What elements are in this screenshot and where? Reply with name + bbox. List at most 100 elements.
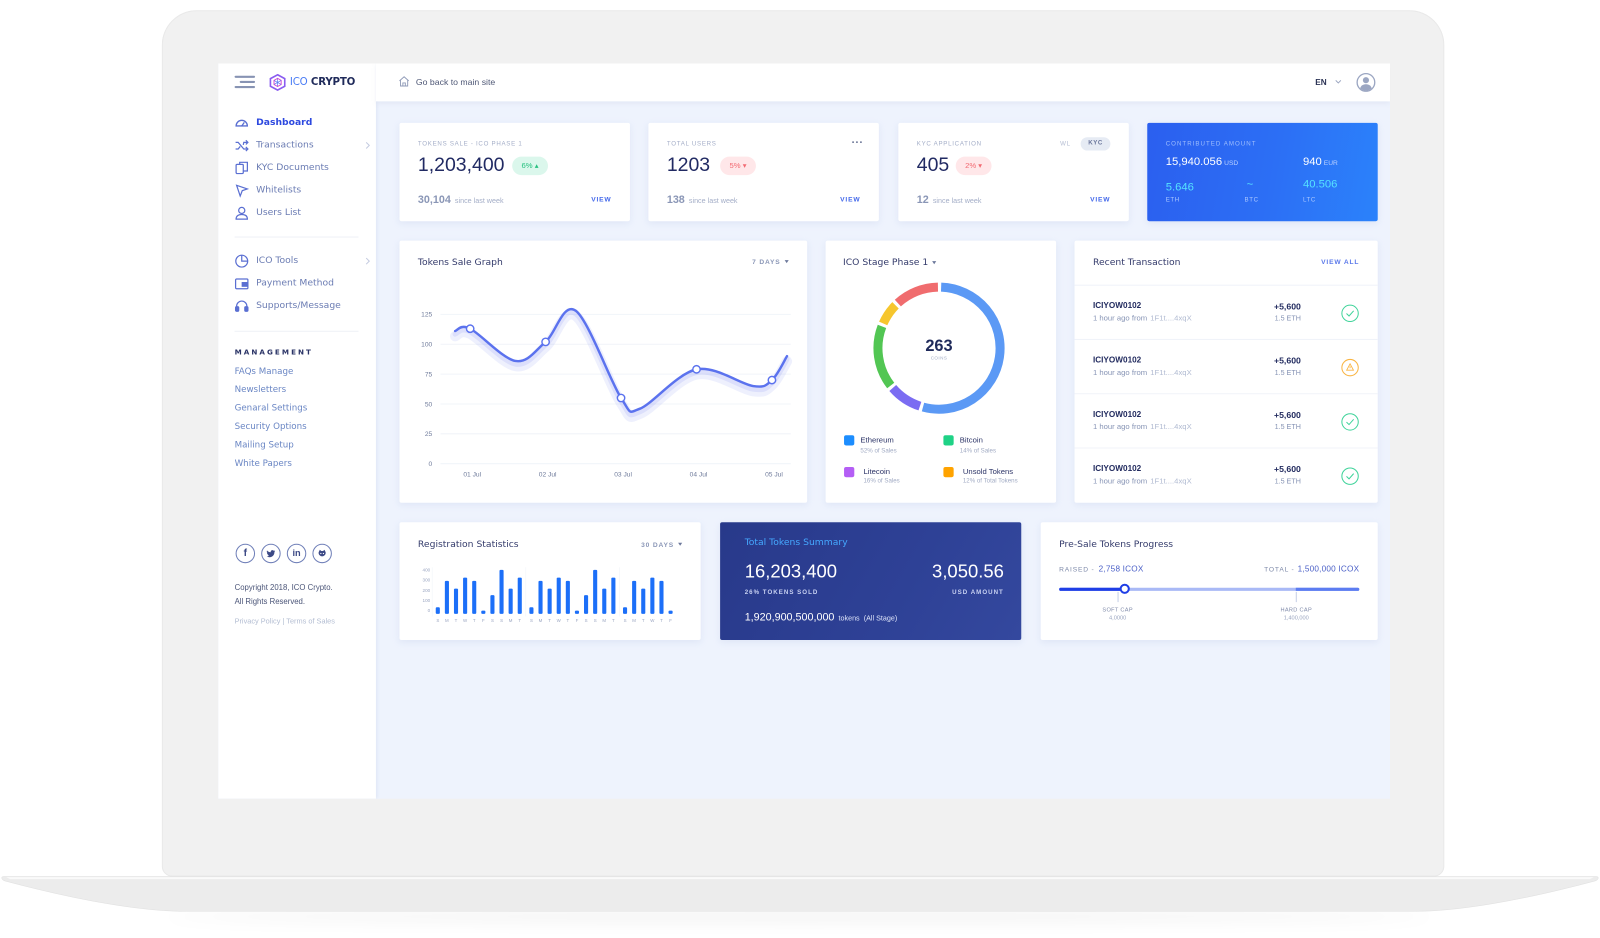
privacy-policy-link[interactable]: Privacy Policy bbox=[235, 616, 281, 625]
range-dropdown[interactable]: 30 DAYS bbox=[641, 542, 683, 550]
transaction-id: ICIYOW0102 bbox=[1092, 409, 1142, 419]
x-tick-label: W bbox=[463, 618, 468, 623]
sidebar-item-mailing-setup[interactable]: Mailing Setup bbox=[235, 439, 294, 451]
trend-badge-down: 2% ▾ bbox=[955, 156, 992, 176]
legend-name: Litecoin bbox=[863, 466, 890, 477]
transaction-amount: +5,600 bbox=[1274, 301, 1301, 312]
bar bbox=[565, 580, 570, 614]
x-tick-label: M bbox=[445, 618, 449, 623]
x-tick-label: M bbox=[509, 618, 513, 623]
transaction-row[interactable]: ICIYOW0102 1 hour ago from 1F1t....4xqX +… bbox=[1074, 393, 1378, 448]
language-selector[interactable]: EN bbox=[1315, 77, 1326, 88]
hard-cap-value: 1,400,000 bbox=[1283, 615, 1309, 622]
view-button[interactable]: VIEW bbox=[840, 197, 860, 205]
user-avatar-icon[interactable] bbox=[1356, 72, 1376, 92]
eur-amount: 940 EUR bbox=[1303, 155, 1338, 171]
terms-of-sales-link[interactable]: Terms of Sales bbox=[286, 616, 335, 625]
transaction-row[interactable]: ICIYOW0102 1 hour ago from 1F1t....4xqX +… bbox=[1074, 284, 1378, 340]
stage-dropdown[interactable]: ICO Stage Phase 1 bbox=[843, 257, 937, 269]
x-tick-label: W bbox=[557, 618, 562, 623]
stat-value: 1203 bbox=[666, 154, 711, 177]
all-stage-value: 1,920,900,500,000 bbox=[744, 611, 835, 624]
tab-kyc[interactable]: KYC bbox=[1080, 137, 1111, 151]
sidebar-item-dashboard[interactable]: Dashboard bbox=[235, 116, 360, 130]
x-tick-label: 03 Jul bbox=[614, 472, 632, 479]
sidebar-item-ico-tools[interactable]: ICO Tools bbox=[235, 254, 370, 268]
legend-sub: 16% of Sales bbox=[863, 478, 900, 485]
menu-toggle-icon[interactable] bbox=[234, 75, 256, 89]
bar bbox=[622, 607, 628, 614]
sidebar-item-newsletters[interactable]: Newsletters bbox=[235, 384, 287, 396]
stat-card-total-users: TOTAL USERS ••• 1203 5% ▾ 138 since last … bbox=[648, 122, 879, 222]
github-icon[interactable] bbox=[312, 543, 332, 564]
legend-swatch-litecoin bbox=[844, 466, 855, 478]
transaction-row[interactable]: ICIYOW0102 1 hour ago from 1F1t....4xqX +… bbox=[1074, 447, 1378, 502]
data-point bbox=[465, 324, 475, 334]
sidebar-item-transactions[interactable]: Transactions bbox=[235, 138, 370, 152]
legend-sub: 14% of Sales bbox=[959, 448, 997, 455]
all-stage-unit: tokens bbox=[838, 615, 860, 623]
tab-wl[interactable]: WL bbox=[1060, 140, 1070, 148]
sidebar-item-security-options[interactable]: Security Options bbox=[235, 421, 307, 433]
sidebar-item-supports-message[interactable]: Supports/Message bbox=[234, 299, 360, 313]
registration-statistics-card: 0 100 200 300 400 S M T W T F S S M T S M T W T F S S M T S M T W T F … bbox=[399, 522, 701, 641]
x-tick-label: T bbox=[642, 618, 645, 623]
tokens-sold-label: 26% TOKENS SOLD bbox=[744, 589, 819, 596]
twitter-icon[interactable] bbox=[261, 543, 281, 564]
bar bbox=[547, 588, 552, 614]
sidebar-item-kyc-documents[interactable]: KYC Documents bbox=[235, 161, 360, 175]
pie-chart-icon bbox=[235, 254, 249, 268]
bar bbox=[529, 607, 534, 614]
y-tick-label: 0 bbox=[429, 461, 433, 468]
bar bbox=[472, 580, 477, 614]
y-tick-label: 25 bbox=[425, 431, 433, 438]
progress-handle[interactable] bbox=[1120, 583, 1131, 594]
x-tick-label: S bbox=[436, 618, 439, 623]
chevron-down-icon[interactable] bbox=[1335, 79, 1342, 85]
legend-name: Unsold Tokens bbox=[962, 466, 1014, 477]
y-tick-label: 200 bbox=[423, 588, 431, 593]
donut-segment bbox=[879, 302, 899, 326]
home-icon[interactable] bbox=[398, 76, 410, 87]
usd-value: 3,050.56 bbox=[932, 561, 1004, 582]
sidebar-item-faqs-manage[interactable]: FAQs Manage bbox=[235, 366, 294, 378]
card-title: Pre-Sale Tokens Progress bbox=[1059, 539, 1174, 550]
view-button[interactable]: VIEW bbox=[1090, 197, 1110, 205]
cursor-icon bbox=[235, 184, 249, 198]
wallet-icon bbox=[234, 278, 249, 290]
since-last-week: 12 since last week bbox=[917, 191, 982, 208]
linkedin-icon[interactable]: in bbox=[286, 543, 307, 564]
more-options-icon[interactable]: ••• bbox=[851, 139, 863, 147]
management-heading: MANAGEMENT bbox=[234, 348, 314, 357]
transaction-id: ICIYOW0102 bbox=[1092, 463, 1142, 474]
stat-label: TOKENS SALE - ICO PHASE 1 bbox=[417, 141, 523, 148]
sidebar-item-general-settings[interactable]: Genaral Settings bbox=[235, 402, 308, 414]
sidebar-item-whitelists[interactable]: Whitelists bbox=[235, 183, 360, 198]
since-last-week: 30,104 since last week bbox=[418, 191, 504, 208]
user-icon bbox=[235, 206, 248, 220]
sidebar-item-users-list[interactable]: Users List bbox=[235, 206, 360, 220]
since-label: since last week bbox=[688, 197, 738, 205]
x-tick-label: M bbox=[602, 618, 606, 623]
view-all-link[interactable]: VIEW ALL bbox=[1321, 259, 1359, 267]
stat-label: KYC APPLICATION bbox=[916, 141, 982, 148]
transaction-meta: 1 hour ago from 1F1t....4xqX bbox=[1093, 476, 1192, 486]
x-tick-label: F bbox=[669, 618, 672, 623]
facebook-icon[interactable]: f bbox=[235, 543, 256, 564]
sidebar-item-label: Transactions bbox=[256, 140, 314, 151]
range-dropdown[interactable]: 7 DAYS bbox=[752, 259, 789, 267]
transaction-row[interactable]: ICIYOW0102 1 hour ago from 1F1t....4xqX +… bbox=[1074, 338, 1378, 394]
bar bbox=[481, 610, 486, 614]
rights-text: All Rights Reserved. bbox=[234, 597, 306, 607]
sidebar-item-white-papers[interactable]: White Papers bbox=[235, 458, 292, 470]
raised-value: 2,758 ICOX bbox=[1098, 564, 1144, 574]
sidebar-item-payment-method[interactable]: Payment Method bbox=[234, 276, 360, 290]
bar bbox=[444, 580, 449, 614]
line-chart: 0 25 50 75 100 125 01 Jul 02 Jul 03 Jul 04 Jul 05 … bbox=[421, 307, 793, 479]
stat-label: TOTAL USERS bbox=[666, 141, 717, 148]
since-last-week: 138 since last week bbox=[667, 191, 738, 208]
brand-logo[interactable]: ICO CRYPTO bbox=[290, 76, 355, 90]
ltc-value: 40.506 bbox=[1302, 178, 1338, 191]
back-to-main-site-link[interactable]: Go back to main site bbox=[416, 76, 495, 89]
view-button[interactable]: VIEW bbox=[591, 197, 611, 205]
